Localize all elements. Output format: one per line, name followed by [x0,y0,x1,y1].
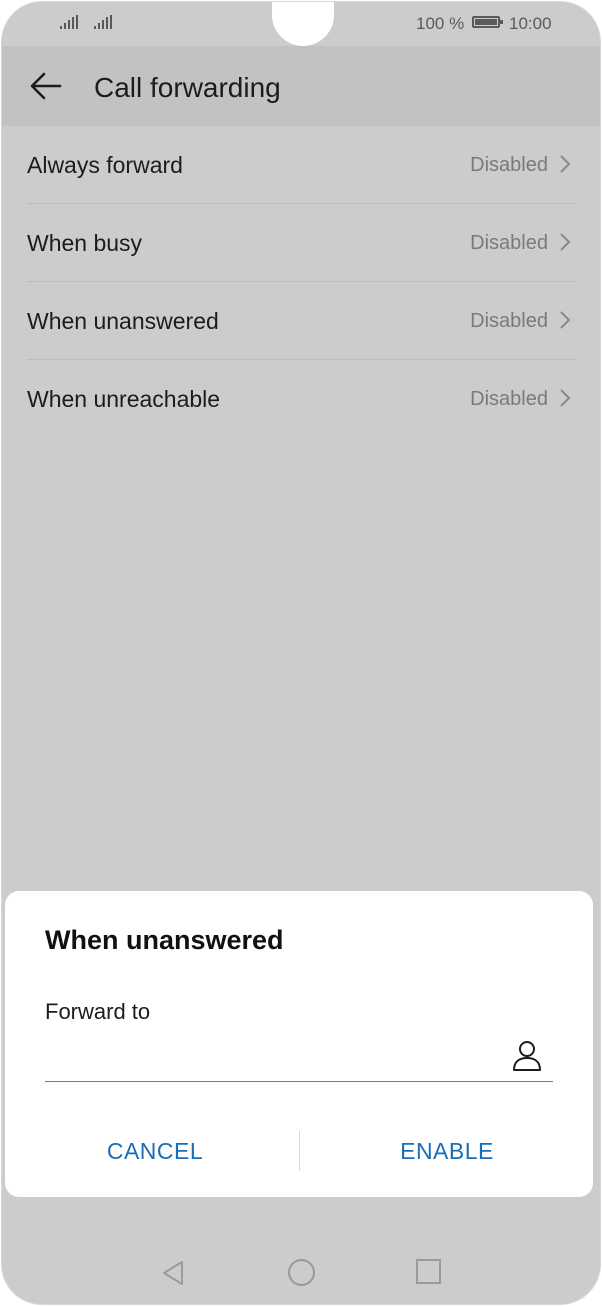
chevron-right-icon [560,155,571,173]
option-label: When unanswered [27,308,219,334]
option-when-unreachable[interactable]: When unreachable Disabled [27,360,575,437]
arrow-left-icon[interactable] [28,68,64,104]
option-label: Always forward [27,152,183,178]
app-bar: Call forwarding [2,46,600,126]
option-status: Disabled [470,388,548,410]
square-recents-icon[interactable] [416,1259,441,1284]
forward-number-field[interactable] [45,1031,553,1082]
option-label: When unreachable [27,386,221,412]
option-when-unanswered[interactable]: When unanswered Disabled [27,282,575,360]
status-bar: 100 % 10:00 [2,2,600,46]
chevron-right-icon [560,233,571,251]
signal-icon [94,15,112,29]
enable-button[interactable]: ENABLE [337,1123,557,1179]
option-label: When busy [27,230,143,256]
chevron-right-icon [560,311,571,329]
navigation-bar [2,1242,600,1304]
dialog-title: When unanswered [45,925,284,955]
circle-home-icon[interactable] [288,1259,315,1286]
option-status: Disabled [470,154,548,176]
page-title: Call forwarding [94,72,281,103]
button-divider [299,1131,300,1171]
option-when-busy[interactable]: When busy Disabled [27,204,575,282]
battery-icon [472,16,503,28]
cancel-button[interactable]: CANCEL [45,1123,265,1179]
person-icon[interactable] [511,1039,543,1073]
status-time: 10:00 [509,14,552,33]
option-status: Disabled [470,232,548,254]
battery-percent: 100 % [416,14,465,33]
forward-number-input[interactable] [45,1039,499,1075]
option-always-forward[interactable]: Always forward Disabled [27,126,575,204]
triangle-back-icon[interactable] [160,1259,186,1287]
option-status: Disabled [470,310,548,332]
forwarding-dialog: When unanswered Forward to CANCEL ENABLE [5,891,593,1197]
forwarding-options-list: Always forward Disabled When busy Disabl… [2,126,600,437]
chevron-right-icon [560,389,571,407]
signal-icon [60,15,78,29]
forward-to-label: Forward to [45,999,151,1024]
